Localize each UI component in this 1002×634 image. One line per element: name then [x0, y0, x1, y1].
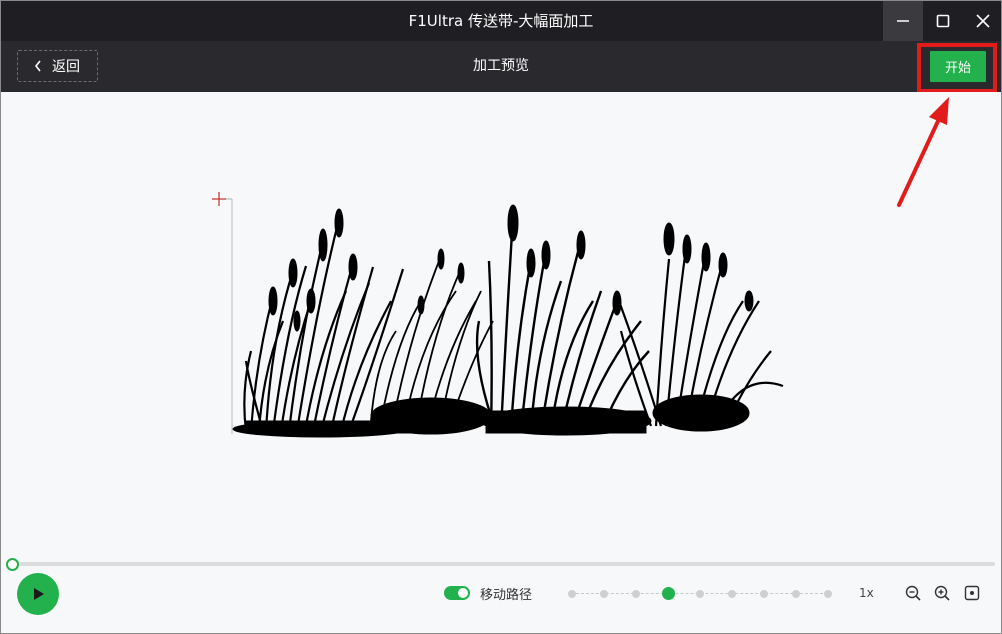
toggle-knob — [458, 588, 468, 598]
speed-label: 1x — [859, 586, 874, 600]
speed-step-dot[interactable] — [568, 590, 576, 598]
origin-marker — [212, 192, 233, 434]
zoom-out-button[interactable] — [905, 585, 921, 601]
progress-handle[interactable] — [6, 558, 19, 571]
speed-step-dot[interactable] — [600, 590, 608, 598]
zoom-in-icon — [934, 585, 950, 601]
app-window: F1Ultra 传送带-大幅面加工 加工预览 返回 开始 移动路径 1x — [0, 0, 1002, 634]
move-path-label: 移动路径 — [480, 588, 533, 603]
play-button[interactable] — [17, 573, 59, 615]
speed-step-dot[interactable] — [792, 590, 800, 598]
annotation-arrow — [897, 97, 949, 207]
speed-step-dot[interactable] — [728, 590, 736, 598]
move-path-toggle[interactable] — [444, 586, 470, 600]
play-icon — [34, 588, 44, 600]
speed-step-dot[interactable] — [696, 590, 704, 598]
grass-silhouette — [232, 204, 784, 438]
speed-step-dot[interactable] — [632, 590, 640, 598]
zoom-in-button[interactable] — [934, 585, 950, 601]
preview-artwork — [212, 97, 949, 438]
speed-step-dot[interactable] — [661, 587, 675, 600]
zoom-out-icon — [905, 585, 921, 601]
speed-step-dot[interactable] — [824, 590, 832, 598]
fit-view-icon — [964, 585, 980, 601]
speed-step-dot[interactable] — [760, 590, 768, 598]
progress-track[interactable] — [9, 562, 995, 566]
fit-view-button[interactable] — [964, 585, 980, 601]
